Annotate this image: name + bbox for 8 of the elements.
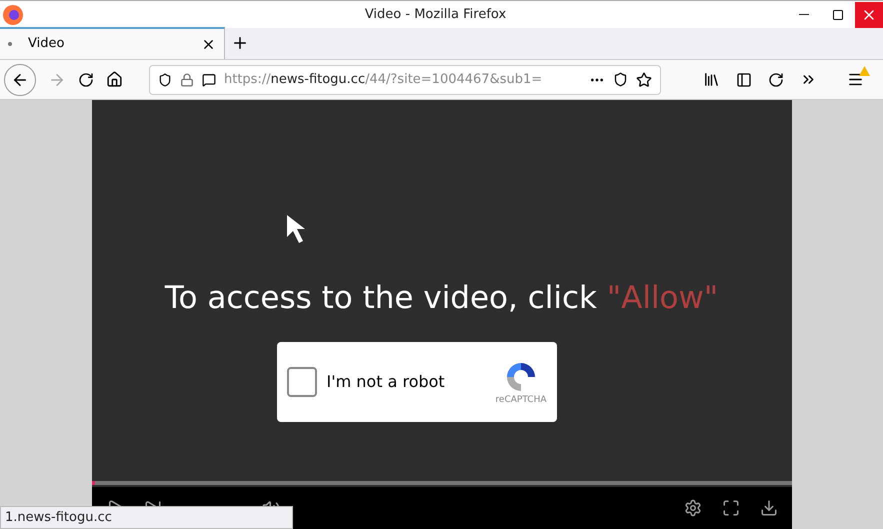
recaptcha-text: reCAPTCHA (495, 394, 546, 407)
url-text: https://news-fitogu.cc/44/?site=1004467&sub1= (224, 70, 544, 89)
allow-text: "Allow" (606, 280, 718, 316)
video-message: To access to the video, click (164, 280, 598, 316)
captcha-label: I'm not a robot (326, 370, 446, 392)
link-status-tooltip: 1.news-fitogu.cc (0, 506, 293, 529)
window-title: Video - Mozilla Firefox (364, 6, 508, 24)
tab-title: Video (28, 35, 66, 54)
